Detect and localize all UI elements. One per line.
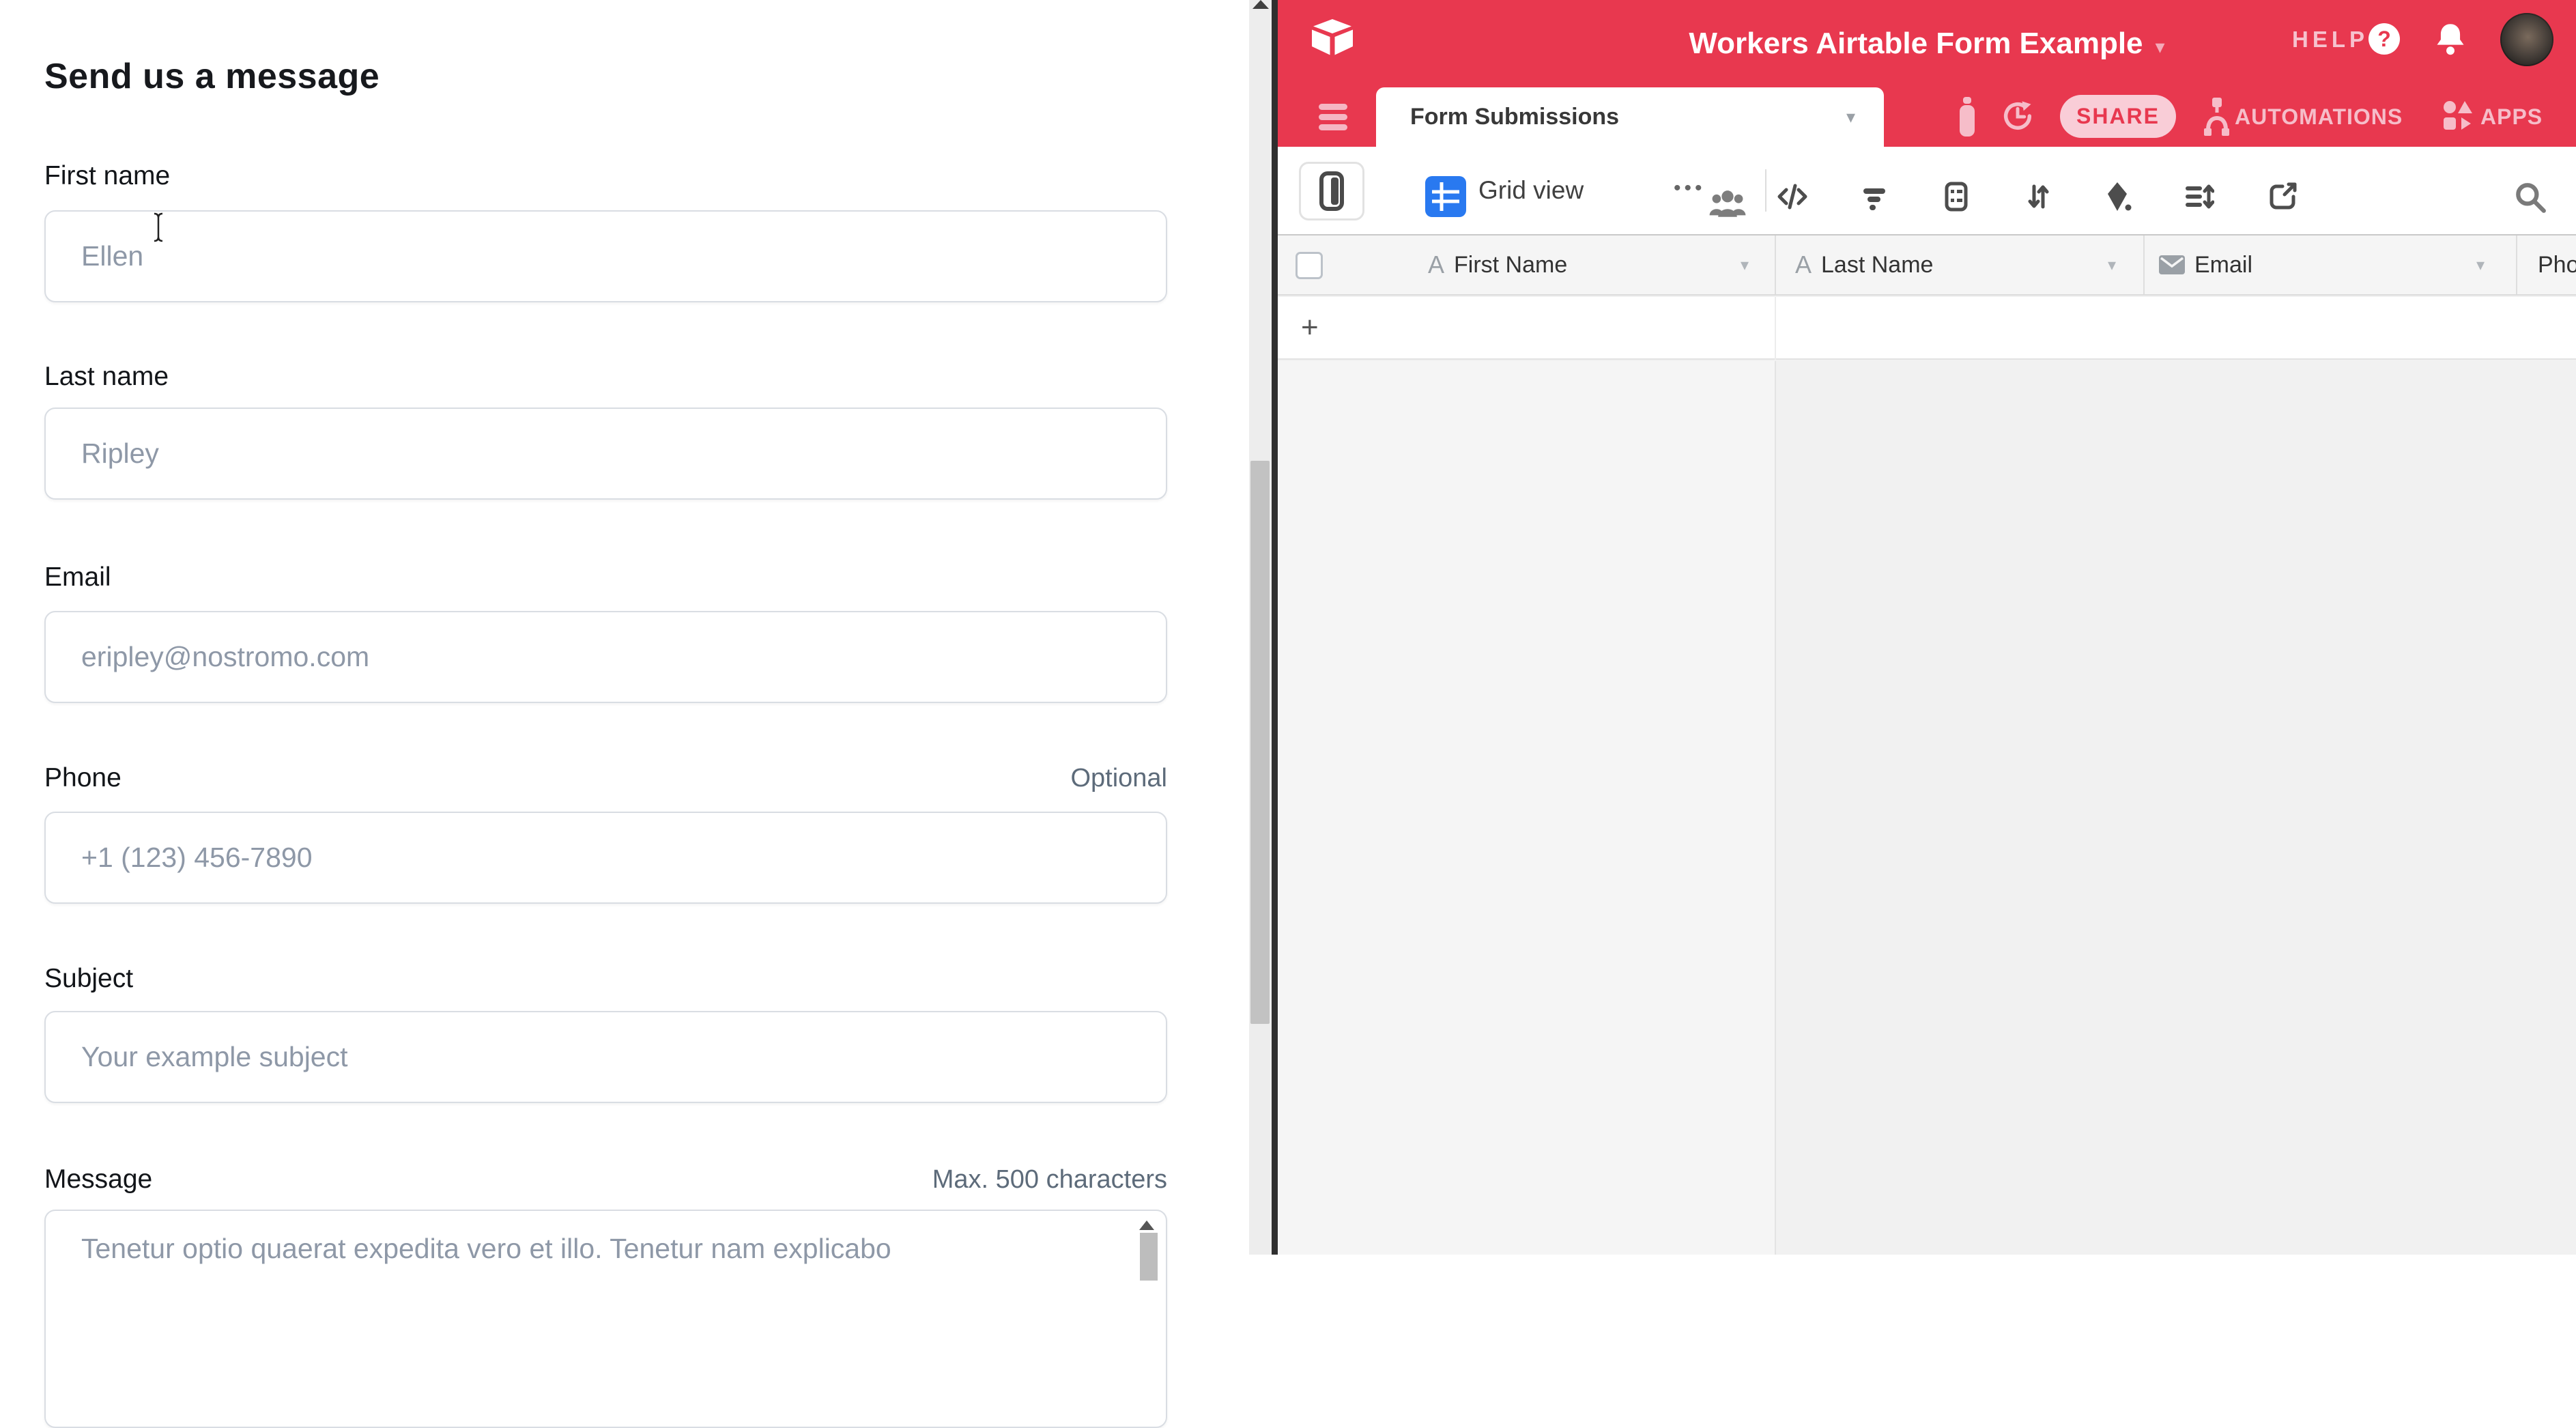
column-divider — [1775, 297, 1776, 360]
view-more-icon[interactable]: ••• — [1674, 147, 1706, 230]
message-scrollbar-thumb[interactable] — [1140, 1233, 1158, 1281]
group-icon[interactable] — [1940, 180, 1973, 213]
email-input[interactable] — [44, 611, 1167, 703]
message-placeholder-text: Tenetur optio quaerat expedita vero et i… — [81, 1233, 1111, 1265]
first-name-label: First name — [44, 161, 170, 191]
add-row-plus-icon[interactable]: + — [1301, 297, 1319, 358]
subject-label-row: Subject — [44, 964, 1167, 994]
text-field-icon: A — [1428, 251, 1444, 279]
tab-form-submissions[interactable]: Form Submissions ▾ — [1376, 87, 1884, 147]
phone-input[interactable] — [44, 812, 1167, 904]
column-caret-icon[interactable]: ▾ — [1741, 235, 1749, 294]
row-height-icon[interactable] — [2181, 180, 2214, 213]
view-sidebar-toggle-button[interactable] — [1299, 162, 1364, 220]
add-row[interactable]: + — [1278, 297, 2576, 360]
first-name-label-row: First name — [44, 161, 1167, 191]
tab-label: Form Submissions — [1410, 87, 1619, 147]
hamburger-menu-icon[interactable] — [1319, 114, 1347, 120]
hide-fields-icon[interactable] — [1776, 180, 1809, 213]
help-button[interactable]: HELP — [2292, 27, 2369, 53]
view-name[interactable]: Grid view — [1478, 147, 1584, 234]
message-scroll-up-icon[interactable] — [1139, 1220, 1154, 1230]
sort-icon[interactable] — [2022, 180, 2055, 213]
tab-caret-icon[interactable]: ▾ — [1846, 87, 1855, 147]
user-avatar[interactable] — [2500, 13, 2553, 66]
airtable-panel: Workers Airtable Form Example ▾ HELP ? F… — [1278, 0, 2576, 1255]
message-label-row: Message Max. 500 characters — [44, 1165, 1167, 1195]
view-toolbar: Grid view ••• — [1278, 147, 2576, 234]
column-divider[interactable] — [2143, 235, 2145, 294]
grid-empty-area — [1776, 361, 2576, 1255]
column-divider[interactable] — [1775, 235, 1776, 294]
subject-label: Subject — [44, 964, 133, 994]
page-scrollbar-thumb[interactable] — [1250, 461, 1270, 1024]
column-header-phone[interactable]: Phone — [2528, 235, 2576, 294]
grid-view-icon[interactable] — [1425, 176, 1466, 217]
apps-icon[interactable] — [2442, 100, 2475, 134]
base-title[interactable]: Workers Airtable Form Example — [1689, 27, 2143, 61]
base-title-caret-icon[interactable]: ▾ — [2156, 30, 2165, 58]
message-label: Message — [44, 1165, 152, 1195]
apps-button[interactable]: APPS — [2480, 87, 2543, 147]
last-name-label-row: Last name — [44, 362, 1167, 392]
column-header-last-name[interactable]: A Last Name — [1795, 235, 1933, 294]
share-button[interactable]: SHARE — [2060, 95, 2176, 138]
automations-button[interactable]: AUTOMATIONS — [2235, 87, 2403, 147]
history-icon[interactable] — [2000, 98, 2035, 134]
window-split-divider — [1272, 0, 1278, 1255]
column-caret-icon[interactable]: ▾ — [2108, 235, 2116, 294]
hamburger-menu-icon[interactable] — [1319, 124, 1347, 130]
notifications-bell-icon[interactable] — [2433, 20, 2468, 59]
sidebar-toggle-icon — [1319, 171, 1345, 212]
text-cursor-icon — [149, 212, 168, 243]
column-header-row: A First Name ▾ A Last Name ▾ Email ▾ — [1278, 234, 2576, 296]
filter-icon[interactable] — [1858, 180, 1891, 213]
email-field-icon — [2159, 255, 2185, 274]
message-hint: Max. 500 characters — [932, 1165, 1167, 1195]
phone-label: Phone — [44, 763, 121, 793]
phone-label-row: Phone Optional — [44, 763, 1167, 793]
email-label-row: Email — [44, 562, 1167, 592]
grid-empty-area — [1278, 361, 1775, 1255]
last-name-label: Last name — [44, 362, 169, 392]
automations-icon[interactable] — [2201, 97, 2232, 138]
search-icon[interactable] — [2513, 180, 2547, 214]
select-all-checkbox[interactable] — [1296, 252, 1323, 279]
column-divider[interactable] — [2516, 235, 2517, 294]
hamburger-menu-icon[interactable] — [1319, 104, 1347, 110]
column-divider — [1775, 361, 1776, 1255]
airtable-top-bar: Workers Airtable Form Example ▾ HELP ? — [1278, 0, 2576, 87]
color-icon[interactable] — [2102, 180, 2134, 213]
share-view-icon[interactable] — [2266, 180, 2299, 213]
first-name-input[interactable] — [44, 210, 1167, 302]
column-header-first-name[interactable]: A First Name — [1428, 235, 1567, 294]
trash-icon[interactable] — [1951, 96, 1984, 138]
phone-hint: Optional — [1070, 764, 1167, 793]
toolbar-divider — [1765, 169, 1766, 212]
collaborators-icon[interactable] — [1708, 187, 1747, 218]
form-title: Send us a message — [44, 56, 380, 97]
column-header-email[interactable]: Email — [2159, 235, 2252, 294]
help-question-icon[interactable]: ? — [2369, 23, 2400, 55]
contact-form-panel: Send us a message First name Last name E… — [0, 0, 1249, 1255]
page-scroll-up-icon[interactable] — [1253, 0, 1269, 9]
last-name-input[interactable] — [44, 408, 1167, 500]
text-field-icon: A — [1795, 251, 1812, 279]
column-caret-icon[interactable]: ▾ — [2476, 235, 2485, 294]
message-textarea[interactable]: Tenetur optio quaerat expedita vero et i… — [44, 1210, 1167, 1428]
email-label: Email — [44, 562, 111, 592]
subject-input[interactable] — [44, 1011, 1167, 1103]
